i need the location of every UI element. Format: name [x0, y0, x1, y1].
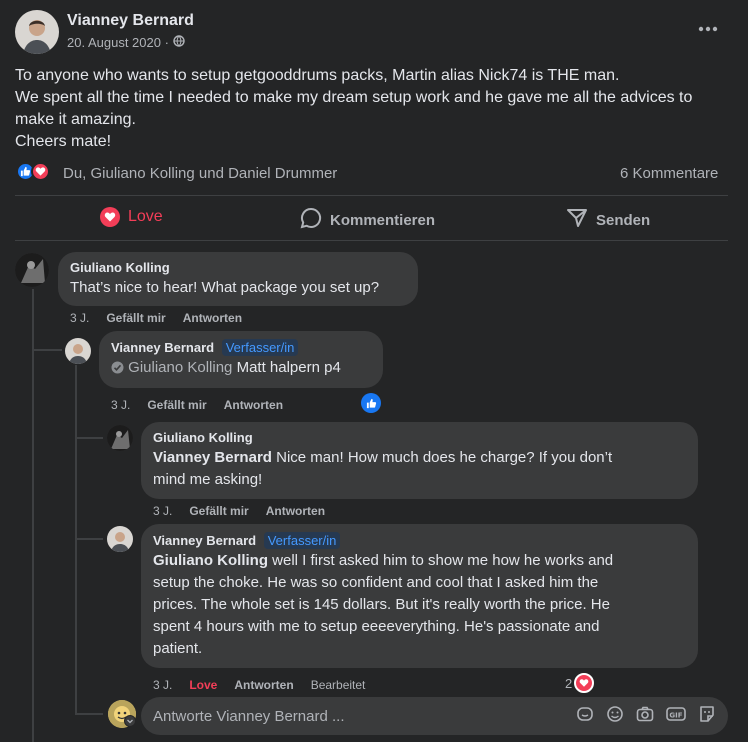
camera-icon[interactable] [636, 705, 654, 728]
reaction-count: 2 [565, 675, 573, 691]
reply-placeholder: Antworte Vianney Bernard ... [153, 707, 345, 725]
comment-author[interactable]: Vianney Bernard [111, 340, 214, 355]
sticker-face-icon[interactable] [576, 705, 594, 728]
like-reaction-icon[interactable] [361, 393, 381, 413]
comment-author[interactable]: Giuliano Kolling [70, 260, 406, 275]
divider [15, 195, 728, 196]
globe-icon [173, 35, 185, 50]
reply-input[interactable]: Antworte Vianney Bernard ... GIF [141, 697, 728, 735]
reply-link[interactable]: Antworten [183, 311, 242, 325]
comment-text: well I first asked him to show me how he… [272, 552, 614, 569]
comment-meta: 3 J. Gefällt mir Antworten [153, 504, 325, 518]
post-reaction-icons[interactable] [16, 162, 50, 181]
comment-time[interactable]: 3 J. [153, 678, 172, 692]
love-label: Love [128, 208, 163, 225]
comment-author[interactable]: Vianney Bernard [153, 533, 256, 548]
comment-text: That’s nice to hear! What package you se… [70, 279, 380, 296]
love-reaction-icon [574, 673, 595, 693]
comment-text: patient. [153, 640, 203, 657]
comment-button[interactable]: Kommentieren [300, 207, 435, 233]
thread-line [75, 365, 77, 715]
comment-meta: 3 J. Gefällt mir Antworten [70, 311, 242, 325]
reply-link[interactable]: Antworten [224, 398, 283, 412]
comment-meta: 3 J. Love Antworten Bearbeitet [153, 678, 365, 692]
comment-text-row: Vianney Bernard Nice man! How much does … [153, 447, 686, 469]
love-button[interactable]: Love [100, 207, 163, 227]
commenter-avatar[interactable] [107, 526, 133, 552]
thread-connector [32, 349, 62, 351]
post-author-avatar[interactable] [15, 10, 59, 54]
like-link[interactable]: Gefällt mir [147, 398, 206, 412]
comment-author-row: Vianney Bernard Verfasser/in [111, 339, 371, 356]
mention[interactable]: Giuliano Kolling [128, 359, 232, 376]
comment-text-row: Giuliano Kolling Matt halpern p4 [111, 357, 371, 381]
post-author-name[interactable]: Vianney Bernard [67, 12, 194, 30]
comment-time[interactable]: 3 J. [111, 398, 130, 412]
post-date[interactable]: 20. August 2020 · [67, 35, 169, 50]
reply-link[interactable]: Antworten [266, 504, 325, 518]
post-body: To anyone who wants to setup getgooddrum… [15, 65, 735, 153]
sticker-icon[interactable] [698, 705, 716, 728]
reactions-summary[interactable]: Du, Giuliano Kolling und Daniel Drummer [63, 165, 337, 182]
send-label: Senden [596, 211, 651, 229]
comment-text: spent 4 hours with me to setup eeeeveryt… [153, 618, 600, 635]
comment-bubble: Giuliano Kolling Vianney Bernard Nice ma… [141, 422, 698, 499]
post-body-line: make it amazing. [15, 111, 136, 128]
comment-text-row: Giuliano Kolling well I first asked him … [153, 550, 686, 572]
love-icon [100, 207, 120, 227]
comment-text: prices. The whole set is 145 dollars. Bu… [153, 596, 610, 613]
comment-bubble: Vianney Bernard Verfasser/in Giuliano Ko… [141, 524, 698, 668]
thread-line [32, 289, 34, 742]
comment-label: Kommentieren [330, 211, 436, 229]
mention[interactable]: Giuliano Kolling [153, 552, 268, 569]
like-link[interactable]: Gefällt mir [106, 311, 165, 325]
gif-icon[interactable]: GIF [666, 705, 686, 728]
commenter-avatar[interactable] [107, 425, 133, 451]
post-body-line: Cheers mate! [15, 133, 112, 150]
love-reaction-icon [31, 162, 50, 181]
comment-bubble: Vianney Bernard Verfasser/in Giuliano Ko… [99, 331, 383, 388]
comment-text: Matt halpern p4 [236, 359, 341, 376]
comment-time[interactable]: 3 J. [153, 504, 172, 518]
post-body-line: To anyone who wants to setup getgooddrum… [15, 67, 620, 84]
reply-tools: GIF [576, 705, 716, 728]
commenter-avatar[interactable] [65, 338, 91, 364]
comment-author[interactable]: Giuliano Kolling [153, 430, 686, 445]
comment-text: setup the choke. He was so confident and… [153, 574, 599, 591]
comment-text: Nice man! How much does he charge? If yo… [276, 449, 613, 466]
avatar-dropdown-icon[interactable] [124, 715, 136, 727]
emoji-icon[interactable] [606, 705, 624, 728]
comment-reactions[interactable]: 2 [565, 673, 595, 693]
svg-text:GIF: GIF [669, 711, 682, 719]
comments-count[interactable]: 6 Kommentare [620, 165, 718, 182]
thread-connector [75, 437, 103, 439]
like-link[interactable]: Gefällt mir [189, 504, 248, 518]
edited-label[interactable]: Bearbeitet [311, 678, 366, 692]
love-link[interactable]: Love [189, 678, 217, 692]
thread-connector [75, 713, 103, 715]
mention-icon [111, 359, 124, 381]
reply-link[interactable]: Antworten [234, 678, 293, 692]
send-icon [566, 207, 588, 233]
mention[interactable]: Vianney Bernard [153, 449, 272, 466]
comment-time[interactable]: 3 J. [70, 311, 89, 325]
author-badge: Verfasser/in [263, 532, 341, 549]
thread-connector [75, 538, 103, 540]
comment-text: mind me asking! [153, 471, 263, 488]
comment-author-row: Vianney Bernard Verfasser/in [153, 532, 686, 549]
comment-meta: 3 J. Gefällt mir Antworten [111, 398, 283, 412]
comment-bubble: Giuliano Kolling That’s nice to hear! Wh… [58, 252, 418, 306]
more-horizontal-icon[interactable] [696, 22, 720, 36]
comment-icon [300, 207, 322, 233]
post-meta: 20. August 2020 · [67, 35, 185, 50]
commenter-avatar[interactable] [15, 253, 49, 287]
author-badge: Verfasser/in [221, 339, 299, 356]
divider [15, 240, 728, 241]
post-body-line: We spent all the time I needed to make m… [15, 89, 693, 106]
send-button[interactable]: Senden [566, 207, 650, 233]
